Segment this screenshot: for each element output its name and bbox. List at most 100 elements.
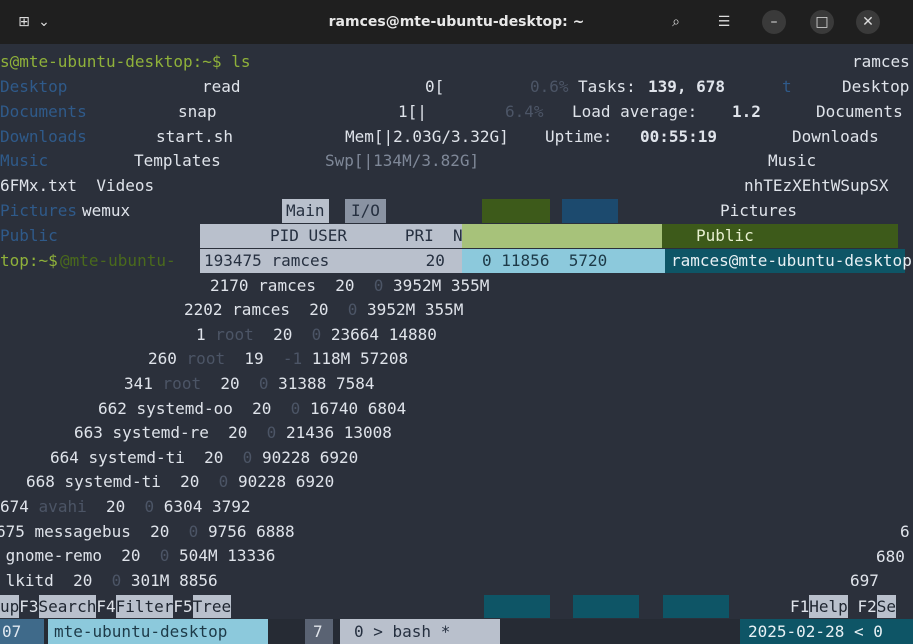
tmux-window-active[interactable]: 0 > bash *: [340, 619, 500, 644]
process-row-selected[interactable]: 193475 ramces 20: [200, 249, 462, 273]
ghost-key: [663, 595, 729, 618]
ls-item: Downloads: [0, 127, 87, 146]
fkey-setup[interactable]: Se: [876, 595, 896, 618]
pid: 2202: [184, 300, 223, 320]
right-line: nhTEzXEhtWSupSX: [744, 176, 889, 195]
process-row[interactable]: 1 root 20 0 23664 14880: [196, 323, 437, 347]
user: root: [215, 324, 254, 344]
pri: 20: [335, 275, 355, 295]
user: avahi: [38, 497, 87, 516]
ni: 0: [266, 423, 277, 443]
user: gnome-remo: [5, 546, 102, 566]
res: 355M: [450, 275, 490, 295]
close-button[interactable]: ✕: [856, 10, 880, 34]
right-line: Documents: [816, 102, 903, 121]
res: 14880: [388, 324, 437, 344]
process-row-selected-cont[interactable]: 0 11856 5720: [462, 249, 668, 273]
pri: 20: [425, 251, 445, 270]
ghost-key: [573, 595, 639, 618]
cpu1-label: 1[|: [398, 102, 427, 121]
fkey-tree[interactable]: Tree: [192, 595, 232, 618]
fkey-search[interactable]: Search: [38, 595, 97, 618]
res: 8856: [179, 570, 218, 590]
virt: 9756: [207, 521, 247, 541]
pid: 668: [26, 472, 55, 492]
ni: 0: [290, 398, 301, 418]
virt: 90228: [261, 447, 311, 467]
tmux-date: 2025-02-28 < 0: [740, 619, 913, 644]
ghost-key: [484, 595, 550, 618]
pid: 260: [148, 349, 177, 369]
virt: 23664: [330, 324, 380, 344]
right-pid: 680: [876, 547, 905, 566]
fkey-filter[interactable]: Filter: [115, 595, 174, 618]
ni: 0: [111, 570, 122, 590]
pri: 20: [150, 521, 170, 541]
user: systemd-ti: [88, 447, 185, 467]
search-icon[interactable]: ⌕: [662, 8, 690, 36]
right-pid: 6: [900, 522, 910, 541]
tab-main[interactable]: Main: [282, 199, 329, 223]
process-row[interactable]: 674 avahi 20 0 6304 3792: [0, 495, 251, 519]
title-bar: ⊞ ⌄ ramces@mte-ubuntu-desktop: ~ ⌕ ☰ – □…: [0, 0, 913, 44]
res: 6920: [319, 447, 359, 467]
minimize-button[interactable]: –: [762, 10, 786, 34]
ls-item: snap: [178, 102, 217, 121]
menu-icon[interactable]: ☰: [710, 8, 738, 36]
process-row[interactable]: 664 systemd-ti 20 0 90228 6920: [50, 446, 358, 470]
user: systemd-re: [112, 423, 209, 443]
pid: 663: [74, 423, 103, 443]
process-row[interactable]: 260 root 19 -1 118M 57208: [148, 347, 408, 371]
chevron-down-icon[interactable]: ⌄: [30, 8, 58, 36]
ni: 0: [347, 300, 358, 320]
user: messagebus: [34, 521, 131, 541]
maximize-button[interactable]: □: [810, 10, 834, 34]
load-label: Load average:: [572, 102, 698, 121]
window-title: ramces@mte-ubuntu-desktop: ~: [328, 14, 585, 30]
process-row[interactable]: gnome-remo 20 0 504M 13336: [0, 544, 276, 568]
ghost-prompt: @mte-ubuntu-: [60, 251, 176, 270]
pri: 20: [309, 300, 329, 320]
ls-item: Public: [0, 226, 58, 245]
tasks-label: Tasks:: [578, 77, 636, 96]
user: lkitd: [5, 570, 54, 590]
right-line: Desktop: [842, 77, 910, 96]
pid: 2170: [210, 275, 249, 295]
fkey-f5-number: F5: [173, 597, 193, 616]
fkey-f1-number: F1: [790, 597, 810, 616]
fkey-help[interactable]: Help: [809, 595, 848, 618]
user: ramces: [271, 251, 330, 270]
tmux-window-number[interactable]: 7: [305, 619, 333, 644]
fkey-bar: up F3 Search F4 Filter F5 Tree: [0, 595, 232, 618]
ls-item: wemux: [82, 201, 131, 220]
process-row[interactable]: 668 systemd-ti 20 0 90228 6920: [26, 470, 334, 494]
res: 6804: [367, 398, 407, 418]
ni: 0: [159, 546, 170, 566]
user: systemd-oo: [136, 398, 233, 418]
ni: 0: [188, 521, 199, 541]
uptime-value: 00:55:19: [640, 127, 718, 146]
load-value: 1.2: [732, 102, 761, 121]
tab-io[interactable]: I/O: [345, 199, 386, 223]
process-row[interactable]: 2170 ramces 20 0 3952M 355M: [210, 274, 489, 298]
pid: 662: [98, 398, 127, 418]
process-row[interactable]: 2202 ramces 20 0 3952M 355M: [184, 298, 463, 322]
res: 3792: [211, 497, 251, 516]
process-row[interactable]: 663 systemd-re 20 0 21436 13008: [74, 421, 392, 445]
process-row[interactable]: 675 messagebus 20 0 9756 6888: [0, 520, 295, 544]
pid: 1: [196, 324, 206, 344]
ni: 0: [144, 497, 155, 516]
process-row[interactable]: 341 root 20 0 31388 7584: [124, 372, 375, 396]
fkey-setup-label[interactable]: up: [0, 595, 20, 618]
swap-meter: Swp[|134M/3.82G]: [325, 151, 480, 170]
ni: 0: [258, 374, 269, 393]
right-pid: 697: [850, 571, 879, 590]
res: 13336: [227, 546, 276, 566]
pid: 674: [0, 497, 29, 516]
right-line: Downloads: [792, 127, 879, 146]
virt: 118M: [311, 349, 351, 369]
process-row[interactable]: lkitd 20 0 301M 8856: [0, 569, 218, 591]
pid: 664: [50, 447, 79, 467]
res: 6888: [256, 521, 295, 541]
process-row[interactable]: 662 systemd-oo 20 0 16740 6804: [98, 397, 406, 421]
